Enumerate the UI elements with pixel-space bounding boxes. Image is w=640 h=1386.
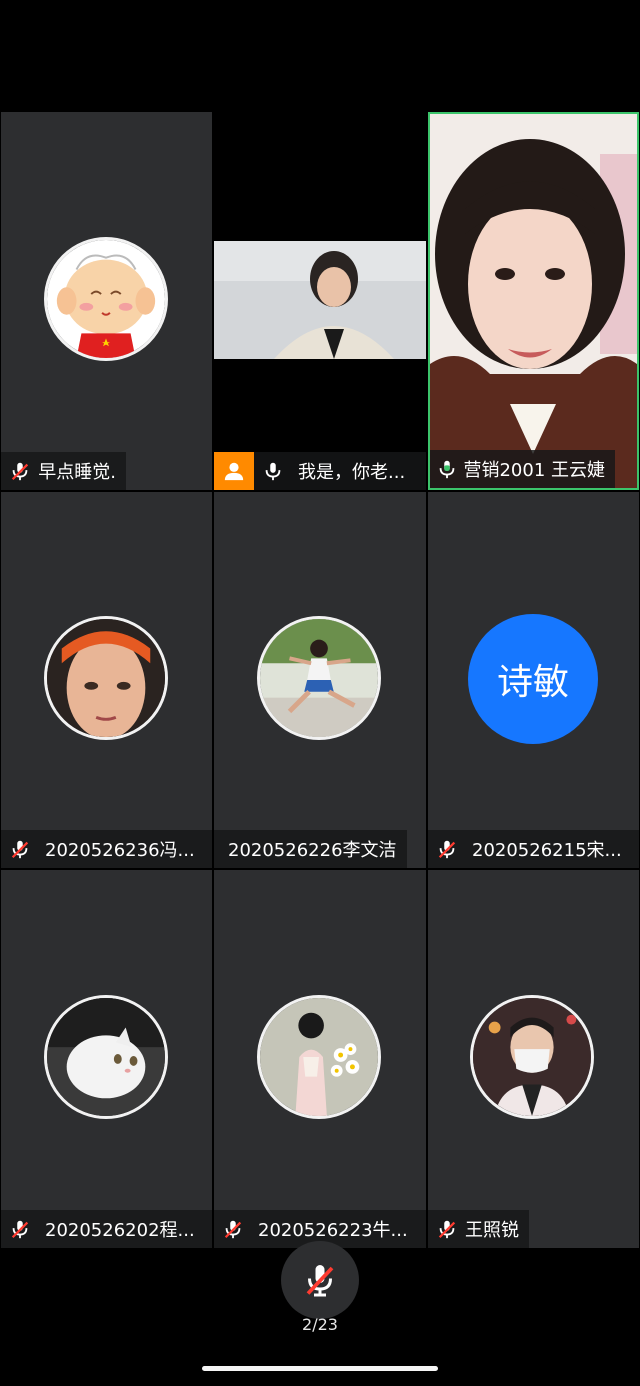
avatar-initials-text: 诗敏: [496, 662, 569, 703]
video-feed: [430, 114, 637, 488]
participant-tile-4[interactable]: 2020526236冯...: [1, 492, 212, 868]
avatar-initials: 诗敏: [468, 614, 598, 744]
mic-icon[interactable]: [254, 452, 292, 490]
participant-tile-6[interactable]: 诗敏 2020526215宋...: [428, 492, 639, 868]
avatar-photo: [44, 995, 168, 1119]
participant-name-bar: 王照锐: [428, 1210, 529, 1248]
participant-name-bar: 营销2001 王云婕: [430, 450, 615, 488]
participant-name: 营销2001 王云婕: [463, 460, 605, 481]
participant-name: 2020526202程...: [45, 1220, 195, 1241]
participant-tile-1[interactable]: 早点睡觉.: [1, 112, 212, 490]
participant-tile-7[interactable]: 2020526202程...: [1, 870, 212, 1248]
mic-muted-icon[interactable]: [1, 830, 39, 868]
participant-name-bar: 2020526202程...: [1, 1210, 212, 1248]
participant-name: 2020526226李文洁: [228, 840, 397, 861]
participant-name: 2020526215宋...: [472, 840, 622, 861]
home-indicator[interactable]: [202, 1366, 438, 1371]
participant-name: 我是，你老...: [298, 462, 406, 483]
avatar-illustration: [257, 995, 381, 1119]
avatar-cartoon: [44, 237, 168, 361]
mic-muted-icon: [306, 1265, 334, 1297]
participant-tile-2[interactable]: 我是，你老...: [214, 112, 426, 490]
avatar-photo: [257, 616, 381, 740]
participant-tile-5[interactable]: 2020526226李文洁: [214, 492, 426, 868]
video-feed: [214, 241, 426, 359]
participant-tile-9[interactable]: 王照锐: [428, 870, 639, 1248]
participant-name-bar: 我是，你老...: [214, 452, 426, 490]
participant-name-bar: 2020526236冯...: [1, 830, 212, 868]
participant-name: 王照锐: [465, 1220, 519, 1241]
person-icon: [214, 452, 254, 490]
participant-name-bar: 2020526226李文洁: [214, 830, 407, 868]
avatar-photo: [44, 616, 168, 740]
mic-speaking-icon[interactable]: [430, 450, 463, 488]
toggle-mic-button[interactable]: [281, 1241, 359, 1319]
mic-muted-icon[interactable]: [1, 452, 38, 490]
participant-tile-3-active-speaker[interactable]: 营销2001 王云婕: [428, 112, 639, 490]
mic-muted-icon[interactable]: [428, 830, 466, 868]
page-counter: 2/23: [302, 1315, 338, 1334]
mic-muted-icon[interactable]: [214, 1210, 252, 1248]
participant-name: 2020526236冯...: [45, 840, 195, 861]
mic-muted-icon[interactable]: [1, 1210, 39, 1248]
participant-name: 早点睡觉.: [38, 462, 116, 483]
participant-name-bar: 2020526215宋...: [428, 830, 639, 868]
participant-name: 2020526223牛...: [258, 1220, 408, 1241]
mic-muted-icon[interactable]: [428, 1210, 465, 1248]
participant-tile-8[interactable]: 2020526223牛...: [214, 870, 426, 1248]
participant-name-bar: 早点睡觉.: [1, 452, 126, 490]
avatar-photo: [470, 995, 594, 1119]
